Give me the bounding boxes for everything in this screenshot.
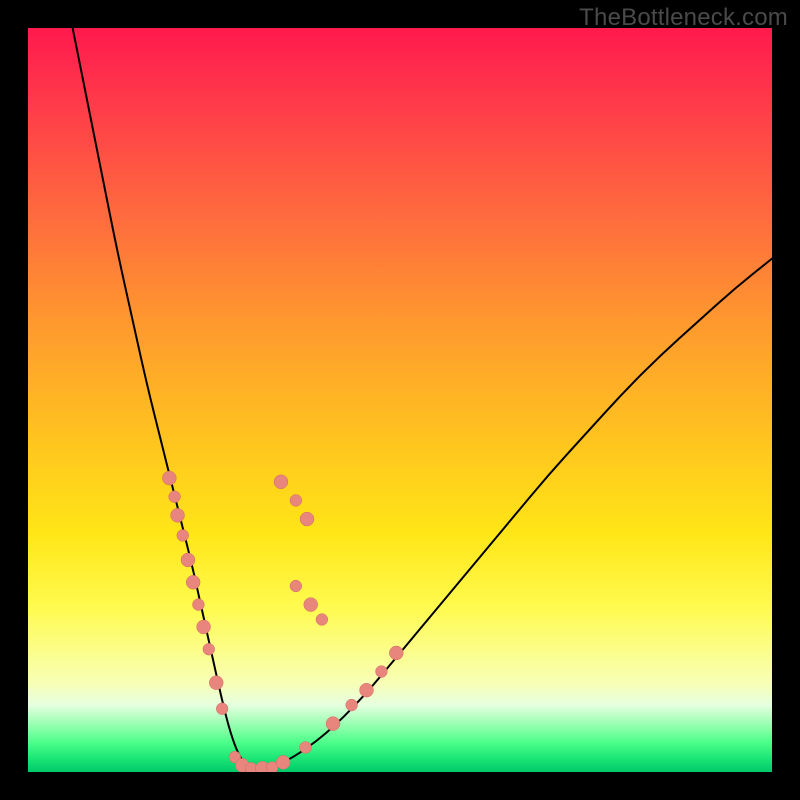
bottleneck-curve	[73, 28, 772, 768]
chart-overlay	[28, 28, 772, 772]
data-dot	[360, 683, 374, 697]
data-dot	[162, 471, 176, 485]
data-dot	[209, 676, 223, 690]
data-dot	[177, 530, 189, 542]
data-dot	[216, 703, 228, 715]
data-dot	[300, 742, 312, 754]
data-dot	[389, 646, 403, 660]
data-dot	[346, 699, 358, 711]
data-dot	[169, 491, 181, 503]
data-dot	[274, 475, 288, 489]
data-dot	[290, 495, 302, 507]
plot-area	[28, 28, 772, 772]
data-dot	[290, 580, 302, 592]
data-dot	[181, 553, 195, 567]
data-dot	[186, 575, 200, 589]
data-dot	[376, 666, 388, 678]
chart-frame: TheBottleneck.com	[0, 0, 800, 800]
dots-group	[162, 471, 403, 772]
data-dot	[316, 614, 328, 626]
data-dot	[203, 643, 215, 655]
data-dot	[304, 598, 318, 612]
data-dot	[171, 508, 185, 522]
data-dot	[276, 755, 290, 769]
data-dot	[300, 512, 314, 526]
data-dot	[197, 620, 211, 634]
watermark-text: TheBottleneck.com	[579, 4, 788, 32]
data-dot	[326, 717, 340, 731]
data-dot	[192, 599, 204, 611]
